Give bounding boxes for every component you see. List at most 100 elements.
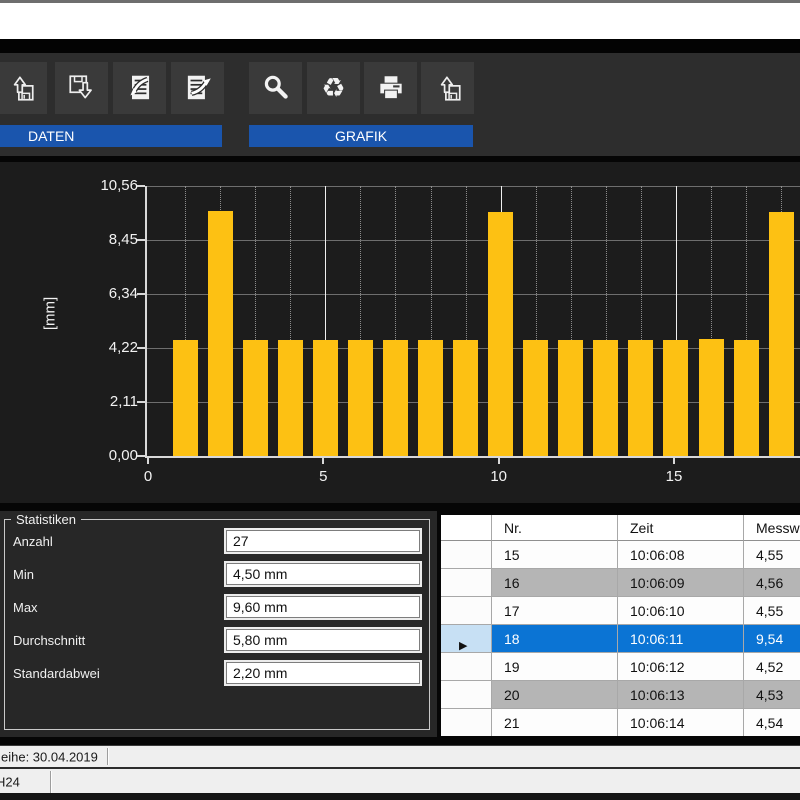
x-tick-label: 15 — [652, 468, 696, 485]
x-tick-mark-icon — [673, 458, 675, 464]
y-tick-mark-icon — [137, 455, 145, 457]
bar — [173, 340, 198, 456]
stat-label-max: Max — [13, 600, 38, 615]
export-data-button[interactable] — [171, 62, 224, 114]
stat-input-min[interactable]: 4,50 mm — [226, 563, 420, 585]
bar — [628, 340, 653, 456]
row-header-cell[interactable]: ▶ — [441, 625, 492, 653]
save-data-button[interactable] — [55, 62, 108, 114]
save-graphic-button[interactable] — [421, 62, 474, 114]
status-separator — [107, 748, 109, 765]
status-device-text: H24 — [0, 775, 20, 790]
cell-zeit[interactable]: 10:06:10 — [618, 597, 744, 625]
document-redo-arrow-icon — [182, 72, 214, 104]
column-header-messwe[interactable]: Messwe — [744, 515, 800, 541]
table-row[interactable]: 1710:06:104,55 — [441, 597, 800, 625]
measurement-table[interactable]: Nr.ZeitMesswe1510:06:084,551610:06:094,5… — [441, 515, 800, 736]
cell-messwert[interactable]: 9,54 — [744, 625, 800, 653]
cell-zeit[interactable]: 10:06:13 — [618, 681, 744, 709]
cell-zeit[interactable]: 10:06:14 — [618, 709, 744, 736]
bar — [383, 340, 408, 456]
row-header-cell[interactable] — [441, 653, 492, 681]
y-tick-label: 10,56 — [58, 177, 138, 194]
table-header-row: Nr.ZeitMesswe — [441, 515, 800, 541]
row-header-cell[interactable] — [441, 597, 492, 625]
floppy-arrow-up-icon — [5, 72, 37, 104]
bar — [663, 340, 688, 456]
cell-messwert[interactable]: 4,55 — [744, 597, 800, 625]
stat-label-anzahl: Anzahl — [13, 534, 53, 549]
cell-nr[interactable]: 19 — [492, 653, 618, 681]
y-tick-label: 8,45 — [58, 231, 138, 248]
document-undo-arrow-icon — [124, 72, 156, 104]
cell-zeit[interactable]: 10:06:09 — [618, 569, 744, 597]
cell-nr[interactable]: 21 — [492, 709, 618, 736]
bar — [593, 340, 618, 456]
column-header-zeit[interactable]: Zeit — [618, 515, 744, 541]
plot-area — [145, 186, 800, 458]
toolbar-group-label-grafik: GRAFIK — [249, 125, 473, 147]
gridline-horizontal — [147, 240, 800, 241]
y-tick-label: 4,22 — [58, 339, 138, 356]
bar — [734, 340, 759, 456]
stat-input-max[interactable]: 9,60 mm — [226, 596, 420, 618]
toolbar-group-label-daten: DATEN — [0, 125, 222, 147]
bar — [278, 340, 303, 456]
load-data-button[interactable] — [0, 62, 47, 114]
print-graphic-button[interactable] — [364, 62, 417, 114]
table-row[interactable]: 2110:06:144,54 — [441, 709, 800, 736]
cell-messwert[interactable]: 4,53 — [744, 681, 800, 709]
cell-nr[interactable]: 17 — [492, 597, 618, 625]
chart-panel: [mm] 0,002,114,226,348,4510,56051015 — [0, 162, 800, 503]
table-header-corner[interactable] — [441, 515, 492, 541]
cell-messwert[interactable]: 4,55 — [744, 541, 800, 569]
stat-input-durchschnitt[interactable]: 5,80 mm — [226, 629, 420, 651]
bar — [523, 340, 548, 456]
refresh-graphic-button[interactable]: ♻ — [307, 62, 360, 114]
x-tick-label: 0 — [126, 468, 170, 485]
bar — [313, 340, 338, 456]
status-separator — [50, 771, 52, 793]
stat-label-min: Min — [13, 567, 34, 582]
table-row[interactable]: 2010:06:134,53 — [441, 681, 800, 709]
row-header-cell[interactable] — [441, 569, 492, 597]
x-tick-mark-icon — [498, 458, 500, 464]
clear-data-button[interactable] — [113, 62, 166, 114]
bar — [453, 340, 478, 456]
menu-strip — [0, 39, 800, 53]
cell-messwert[interactable]: 4,56 — [744, 569, 800, 597]
cell-nr[interactable]: 15 — [492, 541, 618, 569]
cell-nr[interactable]: 18 — [492, 625, 618, 653]
cell-messwert[interactable]: 4,54 — [744, 709, 800, 736]
bar — [769, 212, 794, 456]
bar — [558, 340, 583, 456]
statistics-panel: Statistiken Anzahl27Min4,50 mmMax9,60 mm… — [0, 511, 437, 737]
column-header-nr[interactable]: Nr. — [492, 515, 618, 541]
floppy-arrow-up-icon — [432, 72, 464, 104]
table-row[interactable]: 1610:06:094,56 — [441, 569, 800, 597]
bar — [208, 211, 233, 456]
y-axis-label: [mm] — [42, 292, 59, 336]
y-tick-mark-icon — [137, 239, 145, 241]
stat-input-standardabwei[interactable]: 2,20 mm — [226, 662, 420, 684]
zoom-graphic-button[interactable] — [249, 62, 302, 114]
row-header-cell[interactable] — [441, 541, 492, 569]
row-header-cell[interactable] — [441, 681, 492, 709]
table-row[interactable]: 1910:06:124,52 — [441, 653, 800, 681]
bar — [699, 339, 724, 456]
statusbar-row-2: H24 — [0, 767, 800, 795]
row-select-arrow-icon: ▶ — [459, 632, 467, 653]
toolbar: ♻ DATEN GRAFIK — [0, 53, 800, 156]
cell-zeit[interactable]: 10:06:08 — [618, 541, 744, 569]
stat-label-durchschnitt: Durchschnitt — [13, 633, 85, 648]
cell-nr[interactable]: 16 — [492, 569, 618, 597]
cell-zeit[interactable]: 10:06:12 — [618, 653, 744, 681]
cell-nr[interactable]: 20 — [492, 681, 618, 709]
row-header-cell[interactable] — [441, 709, 492, 736]
cell-zeit[interactable]: 10:06:11 — [618, 625, 744, 653]
y-tick-label: 0,00 — [58, 447, 138, 464]
stat-input-anzahl[interactable]: 27 — [226, 530, 420, 552]
table-row[interactable]: 1510:06:084,55 — [441, 541, 800, 569]
table-row[interactable]: ▶ 1810:06:119,54 — [441, 625, 800, 653]
cell-messwert[interactable]: 4,52 — [744, 653, 800, 681]
